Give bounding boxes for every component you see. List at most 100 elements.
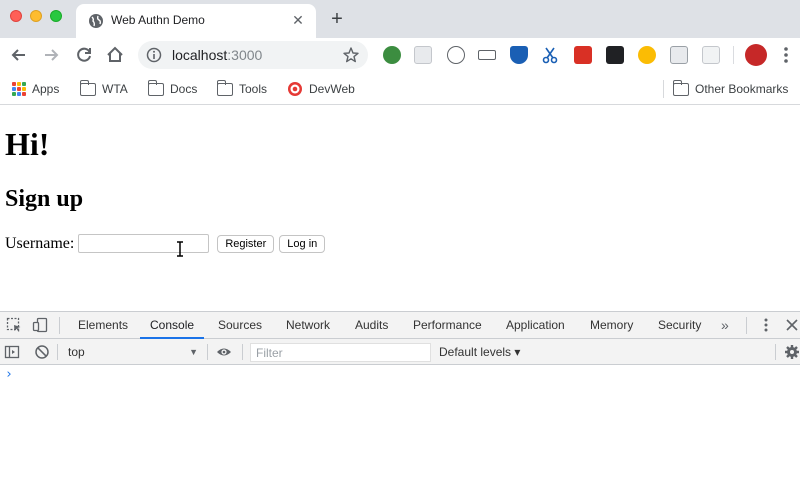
url-port: :3000 <box>227 47 263 63</box>
extension-gamepad-icon[interactable] <box>414 46 432 64</box>
browser-toolbar: localhost:3000 <box>0 38 800 72</box>
chevron-down-icon: ▼ <box>189 347 198 357</box>
tab-network[interactable]: Network <box>286 312 330 339</box>
devtools-tabbar: Elements Console Sources Network Audits … <box>0 312 800 339</box>
tab-sources[interactable]: Sources <box>218 312 262 339</box>
close-devtools-icon[interactable] <box>784 317 800 333</box>
bookmark-label: Apps <box>32 82 60 96</box>
other-bookmarks-label: Other Bookmarks <box>695 82 789 96</box>
sidebar-toggle-icon[interactable] <box>4 344 20 360</box>
filter-input[interactable] <box>250 343 431 362</box>
home-button[interactable] <box>104 44 126 66</box>
extension-diamond-icon[interactable] <box>606 46 624 64</box>
arrow-left-icon <box>11 49 25 61</box>
console-divider <box>57 344 58 360</box>
console-prompt[interactable]: › <box>5 367 13 382</box>
username-input[interactable] <box>78 234 210 253</box>
forward-button[interactable] <box>40 44 62 66</box>
profile-avatar[interactable] <box>745 44 767 66</box>
tab-strip: Web Authn Demo ✕ + <box>0 0 800 38</box>
url-text: localhost:3000 <box>172 47 262 63</box>
extension-green-icon[interactable] <box>383 46 401 64</box>
bookmark-docs[interactable]: Docs <box>147 79 198 98</box>
console-divider <box>775 344 776 360</box>
text-cursor-icon <box>177 241 183 257</box>
other-bookmarks[interactable]: Other Bookmarks <box>672 79 789 98</box>
signup-form: Username: Register Log in <box>5 234 326 253</box>
devtools-panel: Elements Console Sources Network Audits … <box>0 311 800 500</box>
devtools-divider <box>59 317 60 334</box>
extension-qm-icon[interactable] <box>670 46 688 64</box>
address-bar[interactable]: localhost:3000 <box>138 41 368 69</box>
arrow-right-icon <box>45 49 59 61</box>
close-tab-icon[interactable]: ✕ <box>290 12 306 28</box>
bookmarks-bar: Apps WTA Docs Tools DevWeb Other Bookmar… <box>0 72 800 105</box>
bookmark-tools[interactable]: Tools <box>216 79 268 98</box>
tab-console[interactable]: Console <box>139 312 205 339</box>
login-button[interactable]: Log in <box>279 234 326 253</box>
bookmark-devweb[interactable]: DevWeb <box>287 80 355 98</box>
kebab-menu-icon[interactable] <box>780 45 792 65</box>
more-tabs-icon[interactable]: » <box>721 312 729 339</box>
url-host: localhost <box>172 47 228 63</box>
context-value: top <box>68 345 85 359</box>
tab-elements[interactable]: Elements <box>78 312 128 339</box>
extension-scissors-icon[interactable] <box>541 46 559 64</box>
username-label: Username: <box>5 234 75 252</box>
extension-shield-icon[interactable] <box>510 46 528 64</box>
bookmark-label: Docs <box>170 82 198 96</box>
reload-icon <box>77 47 91 62</box>
bookmark-star-icon[interactable] <box>342 46 360 64</box>
new-tab-button[interactable]: + <box>327 9 347 29</box>
page-heading: Hi! <box>5 126 50 162</box>
folder-icon <box>147 79 164 96</box>
folder-icon <box>672 79 689 96</box>
browser-tab[interactable]: Web Authn Demo ✕ <box>76 4 316 38</box>
tab-audits[interactable]: Audits <box>355 312 388 339</box>
log-levels-dropdown[interactable]: Default levels ▾ <box>439 343 520 361</box>
home-icon <box>107 46 123 62</box>
window-minimize-button[interactable] <box>30 10 42 22</box>
devtools-menu-icon[interactable] <box>758 317 774 333</box>
bookmark-label: Tools <box>239 82 268 96</box>
bookmark-label: DevWeb <box>309 82 355 96</box>
gear-icon[interactable] <box>784 344 800 360</box>
console-toolbar: top ▼ Default levels ▾ <box>0 339 800 365</box>
extension-q-icon[interactable] <box>638 46 656 64</box>
context-select[interactable]: top ▼ <box>60 343 202 361</box>
tab-title: Web Authn Demo <box>111 13 205 27</box>
console-divider <box>207 344 208 360</box>
register-button[interactable]: Register <box>217 234 275 253</box>
console-divider <box>242 344 243 360</box>
bookmark-wta[interactable]: WTA <box>79 79 128 98</box>
window-close-button[interactable] <box>10 10 22 22</box>
apps-grid-icon <box>12 82 26 96</box>
extension-laptop-icon[interactable] <box>478 50 496 60</box>
clear-console-icon[interactable] <box>34 344 50 360</box>
inspect-element-icon[interactable] <box>6 317 22 333</box>
info-icon[interactable] <box>146 47 162 63</box>
back-button[interactable] <box>8 44 30 66</box>
folder-icon <box>79 79 96 96</box>
bookmark-apps[interactable]: Apps <box>12 80 59 98</box>
extension-red-icon[interactable] <box>574 46 592 64</box>
folder-icon <box>216 79 233 96</box>
window-maximize-button[interactable] <box>50 10 62 22</box>
extension-ghost-icon[interactable] <box>447 46 465 64</box>
tab-memory[interactable]: Memory <box>590 312 633 339</box>
tab-security[interactable]: Security <box>658 312 701 339</box>
bookmark-label: WTA <box>102 82 128 96</box>
eye-icon[interactable] <box>216 344 232 360</box>
tab-application[interactable]: Application <box>506 312 565 339</box>
tab-performance[interactable]: Performance <box>413 312 482 339</box>
globe-icon <box>89 14 103 28</box>
extension-cd-icon[interactable] <box>702 46 720 64</box>
page-content: Hi! Sign up Username: Register Log in <box>0 106 800 311</box>
bookmarks-divider <box>663 80 664 98</box>
signup-heading: Sign up <box>5 186 84 212</box>
reload-button[interactable] <box>73 44 95 66</box>
device-toolbar-icon[interactable] <box>32 317 48 333</box>
toolbar-divider <box>733 46 734 64</box>
devtools-divider <box>746 317 747 334</box>
target-icon <box>288 82 302 96</box>
